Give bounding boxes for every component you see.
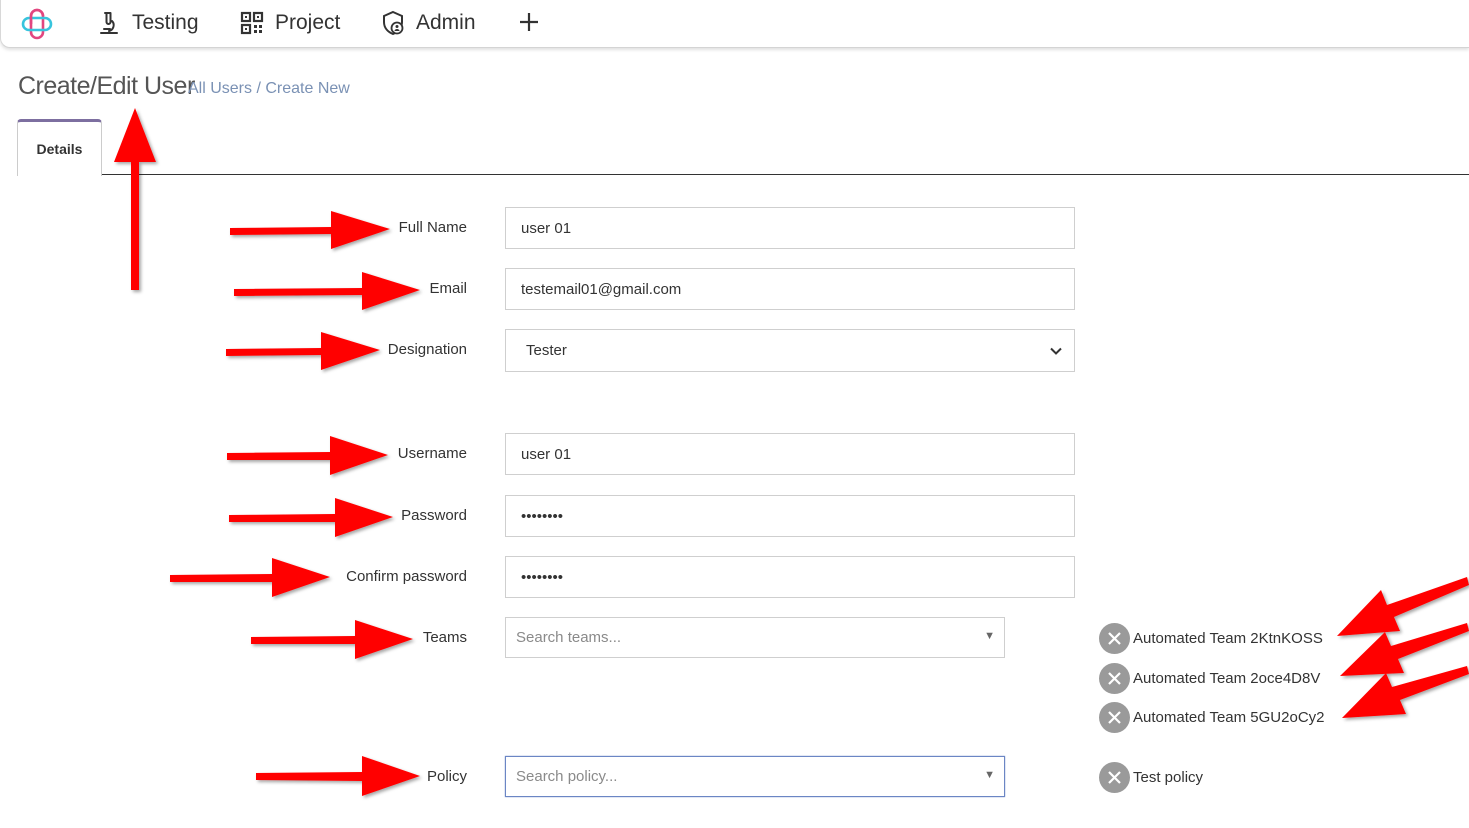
remove-team-button[interactable] [1099,622,1130,654]
nav-item-project[interactable]: Project [239,8,340,38]
breadcrumb-separator: / [252,80,266,97]
remove-team-button[interactable] [1099,662,1130,694]
annotation-arrow [251,620,413,659]
confirm-password-label: Confirm password [346,568,467,585]
annotation-arrow [1342,666,1469,718]
team-chip: Automated Team 2oce4D8V [1099,662,1320,694]
close-icon [1108,710,1121,724]
breadcrumb: All Users / Create New [188,80,350,98]
password-input[interactable] [505,495,1075,537]
annotation-arrow [229,498,393,537]
teams-search-select[interactable]: ▼ [505,617,1005,658]
close-icon [1108,770,1121,784]
app-logo-icon[interactable] [20,7,54,41]
tab-details[interactable]: Details [17,119,102,176]
team-chip-label: Automated Team 5GU2oCy2 [1133,708,1325,726]
username-label: Username [397,445,467,462]
team-chip-label: Automated Team 2KtnKOSS [1133,629,1323,647]
annotation-arrow [114,108,156,290]
nav-label-admin: Admin [416,11,476,34]
annotation-arrow [256,756,420,796]
page-title: Create/Edit User [18,72,195,100]
designation-label: Designation [387,341,467,358]
chevron-down-icon [1050,347,1062,355]
policy-label: Policy [426,768,467,785]
teams-search-input[interactable] [516,618,956,657]
confirm-password-input[interactable] [505,556,1075,598]
close-icon [1108,671,1121,685]
email-label: Email [429,280,467,297]
annotation-arrow [170,558,330,597]
team-chip: Automated Team 2KtnKOSS [1099,622,1323,654]
annotation-arrow [1337,577,1469,636]
remove-team-button[interactable] [1099,701,1130,733]
annotation-arrow [227,436,388,475]
caret-down-icon: ▼ [984,630,995,642]
designation-selected-value: Tester [526,342,567,359]
annotation-arrow [1340,623,1469,676]
email-input[interactable] [505,268,1075,310]
policy-chip: Test policy [1099,761,1203,793]
team-chip: Automated Team 5GU2oCy2 [1099,701,1325,733]
annotation-arrow [226,332,380,370]
nav-item-testing[interactable]: Testing [96,8,199,38]
breadcrumb-all-users-link[interactable]: All Users [188,80,252,97]
full-name-input[interactable] [505,207,1075,249]
designation-select[interactable]: Tester [505,329,1075,372]
breadcrumb-current: Create New [265,80,350,97]
nav-label-testing: Testing [132,11,199,34]
policy-search-input[interactable] [516,757,956,796]
top-navbar: Testing Project Admin [0,0,1469,48]
shield-user-icon [383,10,404,36]
qr-code-icon [240,11,264,35]
tab-divider [100,174,1469,175]
close-icon [1108,631,1121,645]
plus-icon[interactable] [516,9,542,35]
nav-label-project: Project [275,11,341,34]
team-chip-label: Automated Team 2oce4D8V [1133,669,1321,687]
username-input[interactable] [505,433,1075,475]
password-label: Password [401,507,467,524]
teams-label: Teams [422,629,467,646]
caret-down-icon: ▼ [984,769,995,781]
policy-chip-label: Test policy [1133,768,1204,786]
remove-policy-button[interactable] [1099,761,1130,793]
microscope-icon [100,12,118,34]
annotation-arrow [230,211,390,249]
policy-search-select[interactable]: ▼ [505,756,1005,797]
annotation-arrow [234,272,420,310]
nav-item-admin[interactable]: Admin [380,8,476,38]
full-name-label: Full Name [398,219,467,236]
